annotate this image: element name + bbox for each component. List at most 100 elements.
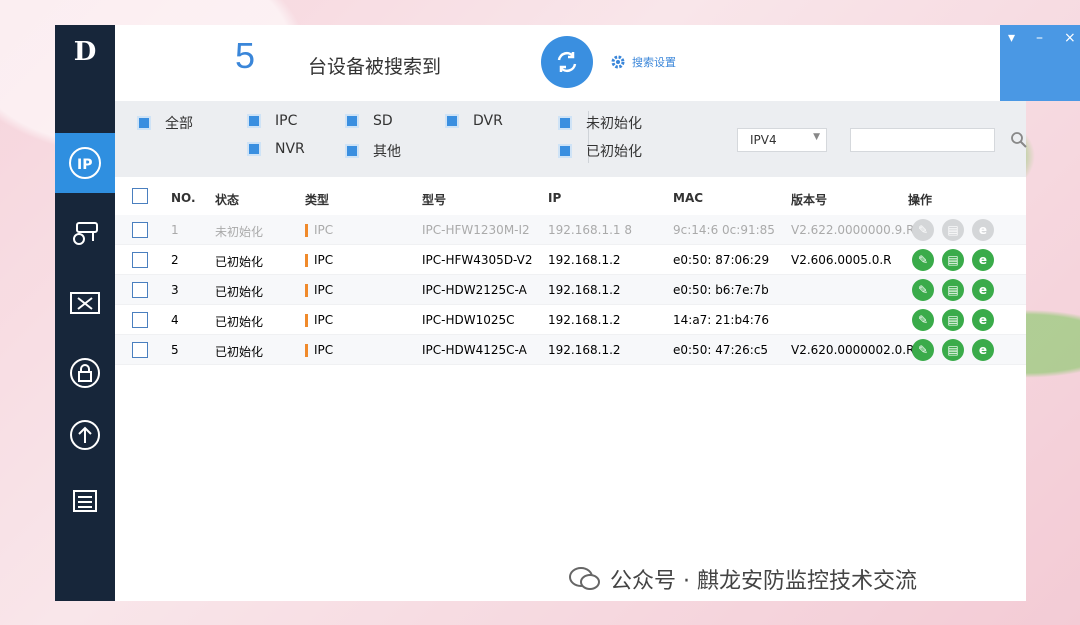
browser-button[interactable]: e xyxy=(972,339,994,361)
top-bar: 5 台设备被搜索到 搜索设置 ▾ – × xyxy=(115,25,1080,101)
search-input[interactable] xyxy=(850,128,995,152)
sidebar-item-doc[interactable] xyxy=(55,471,115,531)
webpage-button[interactable]: ▤ xyxy=(942,339,964,361)
webpage-icon: ▤ xyxy=(947,283,959,297)
checkbox[interactable] xyxy=(137,116,151,130)
filter-all[interactable]: 全部 xyxy=(137,113,193,133)
checkbox[interactable] xyxy=(558,116,572,130)
browser-button[interactable]: e xyxy=(972,219,994,241)
webpage-icon: ▤ xyxy=(947,253,959,267)
table-body: 1 未初始化 IPC IPC-HFW1230M-I2 192.168.1.1 8 9c:1… xyxy=(115,215,1026,365)
row-checkbox[interactable] xyxy=(132,222,148,238)
cell-no: 3 xyxy=(171,283,179,297)
refresh-button[interactable] xyxy=(541,36,593,88)
refresh-icon xyxy=(557,51,577,73)
checkbox[interactable] xyxy=(345,144,359,158)
pin-button[interactable]: ▾ xyxy=(1008,30,1015,46)
sidebar-item-system-settings[interactable] xyxy=(55,273,115,333)
cell-model: IPC-HDW4125C-A xyxy=(422,343,527,357)
cell-no: 4 xyxy=(171,313,179,327)
table-row[interactable]: 1 未初始化 IPC IPC-HFW1230M-I2 192.168.1.1 8 9c:1… xyxy=(115,215,1026,245)
sidebar-item-password-reset[interactable] xyxy=(55,343,115,403)
edit-button[interactable]: ✎ xyxy=(912,279,934,301)
type-marker xyxy=(305,314,308,327)
row-actions: ✎ ▤ e xyxy=(912,219,994,241)
wechat-icon xyxy=(569,567,600,590)
browser-button[interactable]: e xyxy=(972,309,994,331)
checkbox[interactable] xyxy=(247,142,261,156)
table-row[interactable]: 2 已初始化 IPC IPC-HFW4305D-V2 192.168.1.2 e0:50:… xyxy=(115,245,1026,275)
window-controls: ▾ – × xyxy=(1000,25,1080,101)
search-button[interactable] xyxy=(1010,131,1028,153)
checkbox[interactable] xyxy=(558,144,572,158)
webpage-button[interactable]: ▤ xyxy=(942,309,964,331)
filter-dvr[interactable]: DVR xyxy=(445,113,503,129)
upgrade-icon xyxy=(70,420,100,450)
cell-mac: e0:50: b6:7e:7b xyxy=(673,283,769,297)
cell-mac: e0:50: 47:26:c5 xyxy=(673,343,769,357)
filter-label: IPC xyxy=(275,113,298,129)
cell-type: IPC xyxy=(305,283,333,297)
select-all-checkbox[interactable] xyxy=(132,188,148,204)
search-settings-label: 搜索设置 xyxy=(632,56,676,69)
cell-ip: 192.168.1.2 xyxy=(548,253,621,267)
checkbox[interactable] xyxy=(445,114,459,128)
row-checkbox[interactable] xyxy=(132,282,148,298)
app-logo: D xyxy=(73,37,97,67)
tools-icon xyxy=(70,292,100,314)
row-checkbox[interactable] xyxy=(132,252,148,268)
type-marker xyxy=(305,284,308,297)
webpage-button[interactable]: ▤ xyxy=(942,219,964,241)
cell-ip: 192.168.1.2 xyxy=(548,283,621,297)
edit-button[interactable]: ✎ xyxy=(912,309,934,331)
table-row[interactable]: 4 已初始化 IPC IPC-HDW1025C 192.168.1.2 14:a7: 21… xyxy=(115,305,1026,335)
edit-button[interactable]: ✎ xyxy=(912,339,934,361)
filter-initialized[interactable]: 已初始化 xyxy=(558,141,642,161)
cell-model: IPC-HFW1230M-I2 xyxy=(422,223,530,237)
filter-label: DVR xyxy=(473,113,503,129)
webpage-button[interactable]: ▤ xyxy=(942,249,964,271)
browser-button[interactable]: e xyxy=(972,279,994,301)
edit-icon: ✎ xyxy=(917,313,929,327)
row-checkbox[interactable] xyxy=(132,342,148,358)
lock-reset-icon xyxy=(70,358,100,388)
filter-sd[interactable]: SD xyxy=(345,113,393,129)
webpage-button[interactable]: ▤ xyxy=(942,279,964,301)
app-window: D IP 5 台设备被搜索到 搜索设置 ▾ – × 全部 IPC SD DVR … xyxy=(55,25,1080,601)
row-checkbox[interactable] xyxy=(132,312,148,328)
search-settings-button[interactable]: 搜索设置 xyxy=(610,54,676,70)
col-mac: MAC xyxy=(673,191,704,205)
sidebar-item-ip-search[interactable]: IP xyxy=(55,133,115,193)
table-row[interactable]: 3 已初始化 IPC IPC-HDW2125C-A 192.168.1.2 e0:50: … xyxy=(115,275,1026,305)
edit-button[interactable]: ✎ xyxy=(912,219,934,241)
ip-version-select[interactable]: IPV4 ▼ xyxy=(737,128,827,152)
filter-ipc[interactable]: IPC xyxy=(247,113,297,129)
edit-icon: ✎ xyxy=(917,343,929,357)
col-model: 型号 xyxy=(422,193,447,207)
filter-uninitialized[interactable]: 未初始化 xyxy=(558,113,642,133)
sidebar-item-upgrade[interactable] xyxy=(55,405,115,465)
edit-icon: ✎ xyxy=(917,283,929,297)
chevron-down-icon: ▼ xyxy=(813,132,820,142)
edit-icon: ✎ xyxy=(917,253,929,267)
cell-model: IPC-HDW1025C xyxy=(422,313,515,327)
edit-button[interactable]: ✎ xyxy=(912,249,934,271)
row-actions: ✎ ▤ e xyxy=(912,309,994,331)
browser-button[interactable]: e xyxy=(972,249,994,271)
filter-label: NVR xyxy=(275,141,305,157)
close-button[interactable]: × xyxy=(1064,30,1076,46)
filter-nvr[interactable]: NVR xyxy=(247,141,305,157)
sidebar-item-device-config[interactable] xyxy=(55,203,115,263)
cell-ip: 192.168.1.1 8 xyxy=(548,223,632,237)
camera-gear-icon xyxy=(73,222,98,245)
minimize-button[interactable]: – xyxy=(1036,30,1043,46)
col-ip: IP xyxy=(548,191,562,205)
cell-status: 已初始化 xyxy=(215,315,264,329)
type-marker xyxy=(305,254,308,267)
filter-label: SD xyxy=(373,113,393,129)
checkbox[interactable] xyxy=(247,114,261,128)
filter-other[interactable]: 其他 xyxy=(345,141,401,161)
cell-ip: 192.168.1.2 xyxy=(548,343,621,357)
checkbox[interactable] xyxy=(345,114,359,128)
table-row[interactable]: 5 已初始化 IPC IPC-HDW4125C-A 192.168.1.2 e0:50: … xyxy=(115,335,1026,365)
